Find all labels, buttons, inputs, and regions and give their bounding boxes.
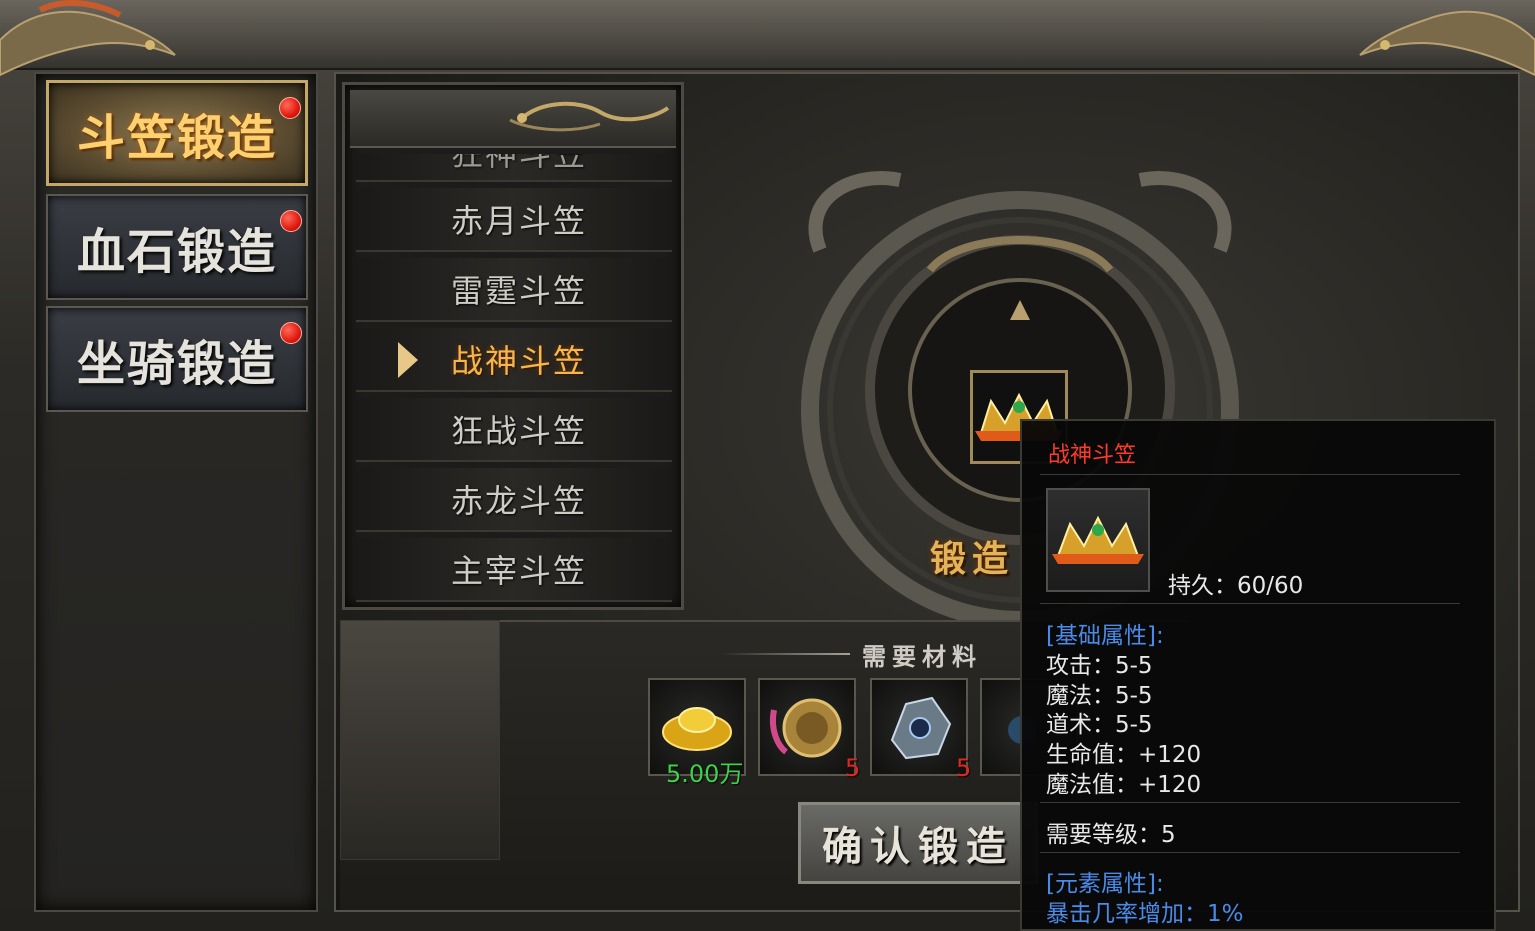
list-item-label: 战神斗笠 (450, 342, 587, 380)
list-item-label: 赤月斗笠 (450, 202, 587, 240)
list-item-hat[interactable]: 赤月斗笠 (356, 188, 672, 252)
list-item-label: 主宰斗笠 (450, 552, 587, 590)
list-item-hat[interactable]: 主宰斗笠 (356, 538, 672, 602)
dragon-token-icon (770, 698, 842, 758)
list-item-hat[interactable]: 雷霆斗笠 (356, 258, 672, 322)
confirm-forge-button[interactable]: 确认锻造 (798, 802, 1038, 884)
tooltip-divider (1040, 852, 1460, 853)
tab-label: 血石锻造 (76, 224, 277, 280)
title-divider (720, 653, 850, 655)
list-item-hat-selected[interactable]: 战神斗笠 (356, 328, 672, 392)
notification-dot-icon (279, 97, 301, 119)
materials-title: 需要材料 (862, 642, 982, 671)
tooltip-stat: 道术：5-5 (1046, 712, 1153, 738)
tooltip-item-name: 战神斗笠 (1048, 443, 1137, 468)
tooltip-divider (1040, 802, 1460, 803)
list-header (350, 90, 676, 148)
material-count: 5.00万 (666, 760, 744, 788)
tooltip-stat: 攻击：5-5 (1046, 653, 1153, 679)
dragon-emblem-icon (509, 101, 670, 132)
list-item-hat[interactable]: 狂战斗笠 (356, 398, 672, 462)
crown-hat-icon (1052, 515, 1144, 564)
tooltip-stat: 魔法值：+120 (1046, 772, 1202, 798)
material-slot[interactable] (870, 678, 968, 776)
tooltip-durability: 持久：60/60 (1168, 573, 1304, 599)
material-count: 5 (956, 754, 972, 782)
confirm-forge-label: 确认锻造 (822, 823, 1014, 870)
crystal-ore-icon (890, 696, 952, 760)
tooltip-divider (1040, 603, 1460, 604)
notification-dot-icon (280, 210, 302, 232)
list-item-partial[interactable]: 狂神斗笠 (356, 154, 672, 182)
notification-dot-icon (280, 322, 302, 344)
tooltip-required-level: 需要等级：5 (1046, 822, 1176, 848)
forge-label: 锻造 (930, 538, 1015, 580)
frame-top-bar (0, 0, 1535, 70)
list-item-label: 雷霆斗笠 (450, 272, 587, 310)
tooltip-item-slot (1046, 488, 1150, 592)
list-item-hat[interactable]: 赤龙斗笠 (356, 468, 672, 532)
list-item-label: 狂战斗笠 (450, 412, 587, 450)
tab-label: 坐骑锻造 (76, 336, 277, 392)
tab-label: 斗笠锻造 (76, 110, 277, 166)
tooltip-base-header: [基础属性]: (1046, 623, 1164, 649)
selection-arrow-icon (398, 342, 418, 378)
material-count: 5 (845, 754, 861, 782)
tab-bloodstone-forge[interactable]: 血石锻造 (46, 194, 308, 300)
tooltip-element-header: [元素属性]: (1046, 871, 1164, 897)
material-slot[interactable] (758, 678, 856, 776)
tooltip-divider (1040, 474, 1460, 475)
tab-hat-forge[interactable]: 斗笠锻造 (46, 80, 308, 186)
tooltip-stat: 生命值：+120 (1046, 742, 1202, 768)
list-item-label: 赤龙斗笠 (450, 482, 587, 520)
tooltip-element-stat: 暴击几率增加：1% (1046, 901, 1244, 927)
stone-pillar-ornament (340, 620, 500, 860)
tab-mount-forge[interactable]: 坐骑锻造 (46, 306, 308, 412)
